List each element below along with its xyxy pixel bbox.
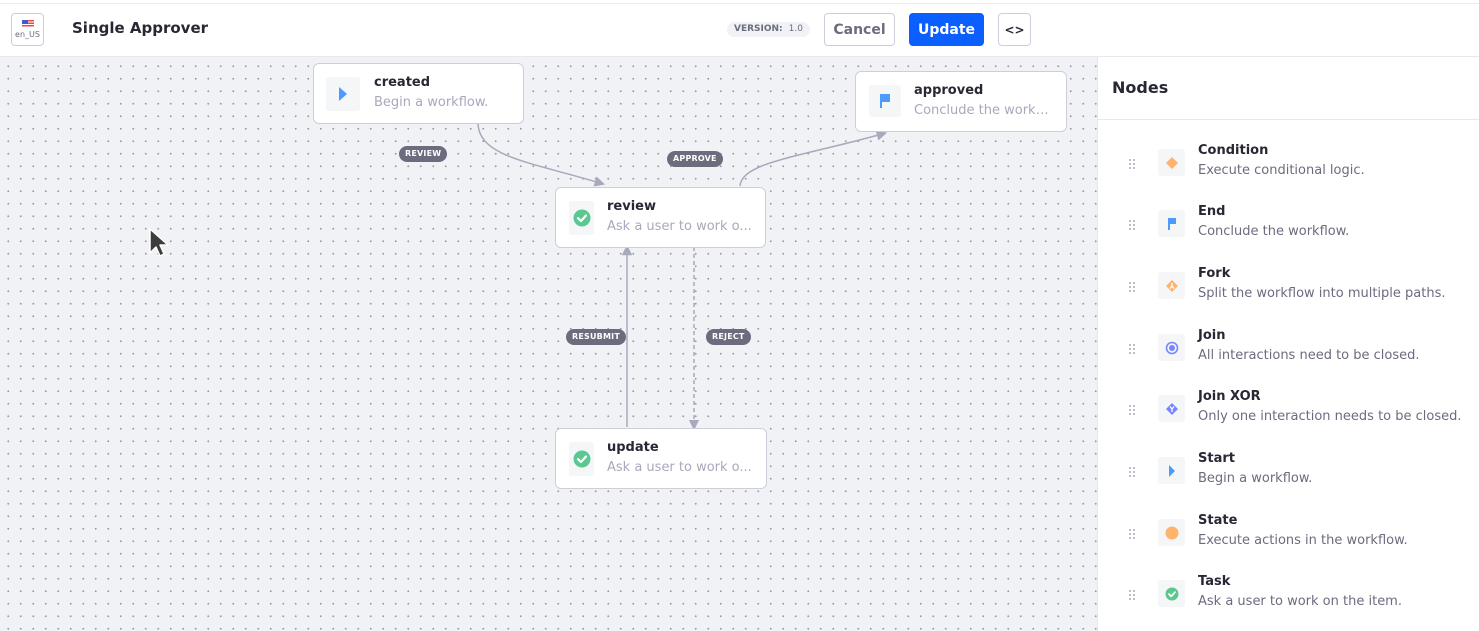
node-description: Ask a user to work o... xyxy=(607,460,752,475)
drag-handle-icon[interactable] xyxy=(1128,528,1136,540)
locale-label: en_US xyxy=(15,30,40,39)
panel-item-condition[interactable]: Condition Execute conditional logic. xyxy=(1098,143,1479,194)
panel-title: Nodes xyxy=(1112,78,1169,97)
start-icon xyxy=(326,77,360,111)
panel-item-name: Join xyxy=(1198,328,1226,343)
panel-item-name: Start xyxy=(1198,451,1235,466)
panel-item-description: Ask a user to work on the item. xyxy=(1198,594,1402,609)
node-approved[interactable]: approved Conclude the workfl... xyxy=(855,71,1067,132)
node-created[interactable]: created Begin a workflow. xyxy=(313,63,524,124)
panel-item-name: Join XOR xyxy=(1198,389,1261,404)
header-bar: en_US Single Approver VERSION: 1.0 Cancel… xyxy=(0,4,1479,57)
workflow-canvas[interactable]: created Begin a workflow. approved Concl… xyxy=(0,57,1097,631)
panel-item-name: State xyxy=(1198,513,1238,528)
end-flag-icon xyxy=(869,85,901,117)
panel-item-fork[interactable]: Fork Split the workflow into multiple pa… xyxy=(1098,266,1479,317)
end-flag-icon xyxy=(1158,210,1185,237)
edge-approve[interactable] xyxy=(739,130,888,187)
task-check-icon xyxy=(569,442,594,476)
panel-item-state[interactable]: State Execute actions in the workflow. xyxy=(1098,513,1479,564)
panel-item-description: Execute conditional logic. xyxy=(1198,163,1365,178)
source-code-toggle-button[interactable]: <> xyxy=(998,13,1031,46)
panel-item-join[interactable]: Join All interactions need to be closed. xyxy=(1098,328,1479,379)
edge-label-reject[interactable]: REJECT xyxy=(706,329,751,345)
node-title: update xyxy=(607,440,659,455)
panel-item-description: Execute actions in the workflow. xyxy=(1198,533,1408,548)
edges-layer xyxy=(477,123,888,431)
drag-handle-icon[interactable] xyxy=(1128,466,1136,478)
edge-label-resubmit[interactable]: RESUBMIT xyxy=(566,329,626,345)
drag-handle-icon[interactable] xyxy=(1128,281,1136,293)
node-update[interactable]: update Ask a user to work o... xyxy=(555,428,767,489)
version-label: VERSION: xyxy=(734,24,783,34)
join-icon xyxy=(1158,334,1185,361)
panel-item-name: Task xyxy=(1198,574,1231,589)
panel-item-name: Condition xyxy=(1198,143,1269,158)
locale-selector-button[interactable]: en_US xyxy=(11,13,44,46)
panel-item-start[interactable]: Start Begin a workflow. xyxy=(1098,451,1479,502)
panel-item-description: Split the workflow into multiple paths. xyxy=(1198,286,1446,301)
start-icon xyxy=(1158,457,1185,484)
workflow-title: Single Approver xyxy=(72,19,209,37)
panel-item-description: All interactions need to be closed. xyxy=(1198,348,1420,363)
edge-label-approve[interactable]: APPROVE xyxy=(667,151,723,167)
node-title: review xyxy=(607,199,656,214)
panel-item-description: Begin a workflow. xyxy=(1198,471,1313,486)
node-title: created xyxy=(374,75,431,90)
task-check-icon xyxy=(569,201,594,235)
drag-handle-icon[interactable] xyxy=(1128,219,1136,231)
fork-icon xyxy=(1158,272,1185,299)
join-xor-icon xyxy=(1158,395,1185,422)
drag-handle-icon[interactable] xyxy=(1128,404,1136,416)
panel-divider xyxy=(1098,119,1479,120)
edge-review[interactable] xyxy=(477,123,606,187)
node-review[interactable]: review Ask a user to work o... xyxy=(555,187,766,248)
condition-icon xyxy=(1158,149,1185,176)
node-description: Ask a user to work o... xyxy=(607,219,752,234)
drag-handle-icon[interactable] xyxy=(1128,343,1136,355)
edge-label-review[interactable]: REVIEW xyxy=(399,146,448,162)
node-description: Conclude the workfl... xyxy=(914,103,1054,118)
update-button[interactable]: Update xyxy=(909,13,984,46)
panel-item-name: Fork xyxy=(1198,266,1231,281)
us-flag-icon xyxy=(21,20,34,28)
node-description: Begin a workflow. xyxy=(374,95,489,110)
version-badge: VERSION: 1.0 xyxy=(727,22,810,37)
cancel-button[interactable]: Cancel xyxy=(824,13,895,46)
panel-item-task[interactable]: Task Ask a user to work on the item. xyxy=(1098,574,1479,625)
node-title: approved xyxy=(914,83,984,98)
task-check-icon xyxy=(1158,580,1185,607)
panel-item-join-xor[interactable]: Join XOR Only one interaction needs to b… xyxy=(1098,389,1479,440)
drag-handle-icon[interactable] xyxy=(1128,589,1136,601)
panel-item-description: Only one interaction needs to be closed. xyxy=(1198,409,1462,424)
panel-item-name: End xyxy=(1198,204,1226,219)
panel-item-description: Conclude the workflow. xyxy=(1198,224,1350,239)
panel-item-end[interactable]: End Conclude the workflow. xyxy=(1098,204,1479,255)
mouse-cursor-icon xyxy=(149,228,169,257)
state-icon xyxy=(1158,519,1185,546)
version-value: 1.0 xyxy=(788,24,803,34)
code-icon: <> xyxy=(1004,22,1025,37)
drag-handle-icon[interactable] xyxy=(1128,158,1136,170)
nodes-panel: Nodes Condition Execute conditional logi… xyxy=(1097,57,1479,631)
